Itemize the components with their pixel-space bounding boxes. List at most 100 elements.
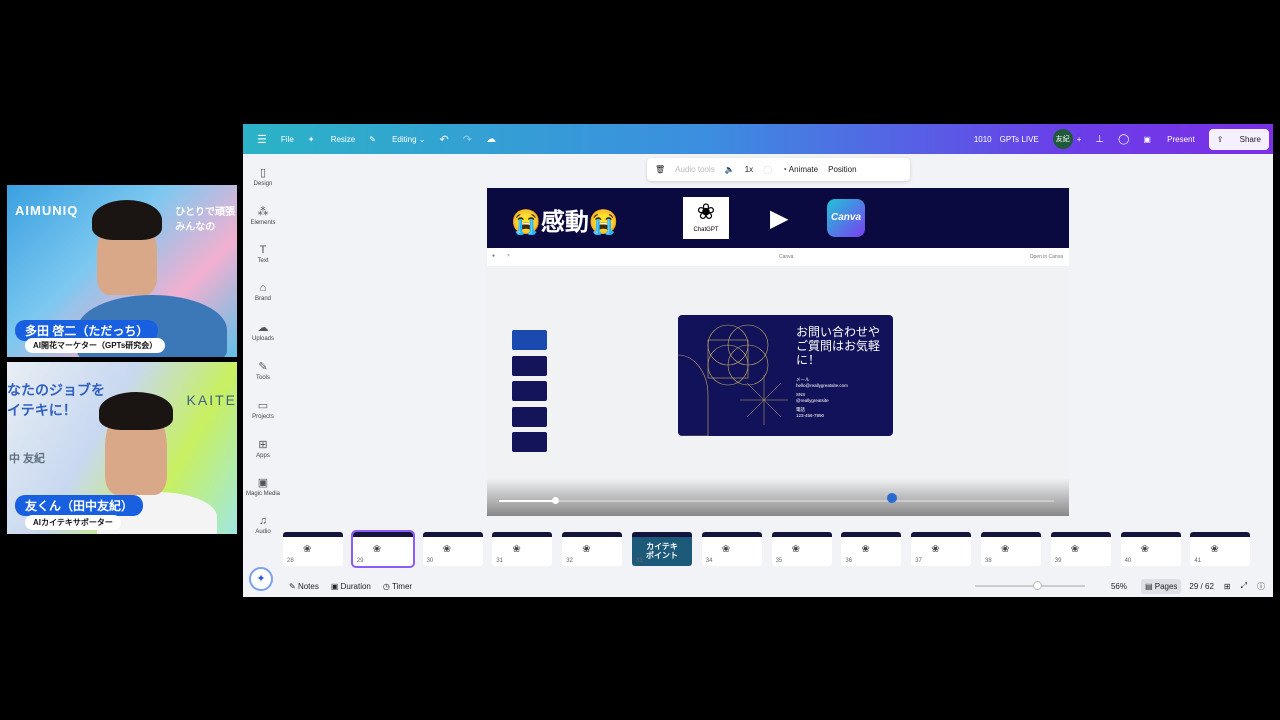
- sidebar-item-elements[interactable]: ⁂ Elements: [243, 205, 283, 226]
- thumb-header: [283, 532, 343, 537]
- sidebar-item-text[interactable]: T Text: [243, 244, 283, 264]
- app-icon: ●: [492, 253, 496, 259]
- editing-dropdown[interactable]: ✎ Editing ⌄: [369, 135, 425, 144]
- cursor-indicator: [887, 493, 897, 503]
- video-progress-fill: [499, 500, 555, 502]
- page-thumbnail[interactable]: ❀ 32: [562, 532, 623, 566]
- sidebar-item-uploads[interactable]: ☁ Uploads: [243, 321, 283, 342]
- thumb-content-icon: ❀: [582, 544, 591, 555]
- geometric-decoration: [678, 324, 788, 436]
- page-number: 33: [636, 558, 643, 564]
- sidebar-item-design[interactable]: ▯ Design: [243, 166, 283, 187]
- open-in-canva: Open in Canva: [1029, 254, 1063, 260]
- notes-button[interactable]: ✎ Notes: [289, 582, 319, 591]
- file-menu[interactable]: File: [281, 135, 294, 144]
- zoom-slider[interactable]: [974, 581, 1085, 590]
- thumb-content-icon: ❀: [931, 544, 940, 555]
- speed-button[interactable]: 1x: [745, 165, 753, 174]
- comment-icon[interactable]: ◯: [1118, 134, 1129, 145]
- page-number: 37: [915, 558, 922, 564]
- thumb-header: [701, 532, 762, 537]
- contact-card: お問い合わせや ご質問はお気軽 に！ メール hello@reallygreats…: [678, 315, 893, 436]
- uploads-icon: ☁: [257, 322, 269, 335]
- page-thumbnail[interactable]: ❀ 31: [492, 532, 553, 566]
- video-controls: [487, 478, 1069, 516]
- trash-icon[interactable]: 🗑: [655, 165, 665, 174]
- page-thumbnail[interactable]: ❀ 40: [1120, 532, 1181, 566]
- pages-label: Pages: [1154, 581, 1178, 591]
- page-number: 28: [287, 558, 294, 564]
- analytics-icon[interactable]: ⊥: [1095, 134, 1104, 145]
- page-number: 30: [426, 558, 434, 564]
- embedded-page-thumb: [512, 330, 547, 350]
- fullscreen-icon[interactable]: ⤢: [1241, 581, 1247, 591]
- embedded-page-thumb: [512, 406, 547, 427]
- audio-tools-button[interactable]: Audio tools: [675, 165, 715, 174]
- thumb-header: [422, 532, 483, 537]
- volume-icon[interactable]: 🔈: [725, 165, 735, 174]
- menu-icon[interactable]: ☰: [257, 133, 267, 146]
- sidebar-item-audio[interactable]: ♫ Audio: [243, 515, 283, 535]
- page-thumbnail[interactable]: ❀ 38: [981, 532, 1041, 566]
- page-thumbnail[interactable]: ❀ 35: [771, 532, 832, 566]
- page-number: 38: [985, 558, 992, 564]
- slide-canvas[interactable]: 😭感動😭 ❀ ChatGPT ▶ Canva ● × Canva Open in …: [487, 188, 1069, 516]
- sidebar-item-tools[interactable]: ✎ Tools: [243, 360, 283, 381]
- present-button[interactable]: ▣ Present: [1143, 135, 1194, 144]
- page-thumbnail[interactable]: ❀ 28: [283, 532, 343, 566]
- cloud-save-icon[interactable]: ☁: [486, 134, 496, 145]
- sidebar-item-label: Projects: [252, 413, 274, 420]
- page-thumbnail[interactable]: ❀ 36: [841, 532, 902, 566]
- tel: 123-456-7890: [796, 413, 825, 418]
- sidebar-item-magic-media[interactable]: ▣ Magic Media: [243, 476, 283, 497]
- add-collaborator-icon[interactable]: +: [1077, 135, 1082, 144]
- avatar[interactable]: 友紀: [1052, 129, 1073, 149]
- page-number: 32: [566, 558, 573, 564]
- design-title[interactable]: 1010 GPTs LIVE: [974, 134, 1039, 145]
- position-button[interactable]: Position: [828, 165, 856, 174]
- page-thumbnail[interactable]: ❀ 41: [1190, 532, 1251, 566]
- thumb-header: [771, 532, 832, 537]
- duration-button[interactable]: ▣ Duration: [331, 582, 371, 591]
- page-thumbnail[interactable]: ❀ 34: [701, 532, 762, 566]
- redo-icon[interactable]: ↷: [463, 133, 472, 146]
- sidebar-item-apps[interactable]: ⊞ Apps: [243, 438, 283, 459]
- zoom-level[interactable]: 56%: [1111, 582, 1127, 591]
- bg-brand: KAITE: [186, 392, 237, 408]
- share-button[interactable]: ⇪ Share: [1208, 128, 1269, 150]
- zoom-slider-handle[interactable]: [1032, 581, 1042, 590]
- resize-button[interactable]: ✦ Resize: [308, 135, 355, 144]
- bg-name: 中 友紀: [9, 453, 46, 465]
- sidebar-item-projects[interactable]: ▭ Projects: [243, 399, 283, 420]
- page-thumbnail[interactable]: ❀ 39: [1050, 532, 1111, 566]
- disabled-icon: ◯: [763, 165, 773, 174]
- audio-icon: ♫: [258, 515, 268, 528]
- thumb-header: [632, 532, 692, 537]
- thumb-content-icon: ❀: [1140, 544, 1149, 555]
- embedded-page-thumb: [512, 355, 547, 376]
- sidebar-item-brand[interactable]: ⌂ Brand: [243, 282, 283, 302]
- openai-icon: ❀: [696, 199, 716, 224]
- grid-view-icon[interactable]: ⊞: [1224, 582, 1231, 591]
- animate-button[interactable]: ◔ Animate: [782, 165, 818, 174]
- page-thumbnail[interactable]: カイテキ ポイント 33: [632, 532, 692, 566]
- help-icon[interactable]: ⓘ: [1257, 581, 1265, 592]
- canva-window: ☰ File ✦ Resize ✎ Editing ⌄ ↶ ↷ ☁ 1010 G…: [243, 124, 1273, 597]
- brand-icon: ⌂: [259, 282, 267, 295]
- pages-button[interactable]: ▤ Pages: [1140, 578, 1182, 594]
- close-icon: ×: [507, 253, 510, 259]
- page-thumbnail[interactable]: ❀ 29: [350, 530, 415, 568]
- video-progress-track[interactable]: [499, 497, 1054, 504]
- card-heading: お問い合わせや ご質問はお気軽 に！: [796, 325, 881, 367]
- page-counter: 29 / 62: [1189, 581, 1214, 591]
- resize-label: Resize: [330, 134, 356, 144]
- undo-icon[interactable]: ↶: [440, 133, 449, 146]
- page-thumbnail[interactable]: ❀ 30: [422, 532, 483, 566]
- speaker-role: AIカイテキサポーター: [25, 515, 121, 530]
- thumb-header: [911, 532, 972, 537]
- video-progress-handle[interactable]: [551, 497, 559, 504]
- timer-button[interactable]: ◷ Timer: [383, 582, 412, 591]
- embedded-page-thumb: [512, 432, 547, 452]
- page-thumbnail[interactable]: ❀ 37: [911, 532, 972, 566]
- thumb-header: [981, 532, 1041, 537]
